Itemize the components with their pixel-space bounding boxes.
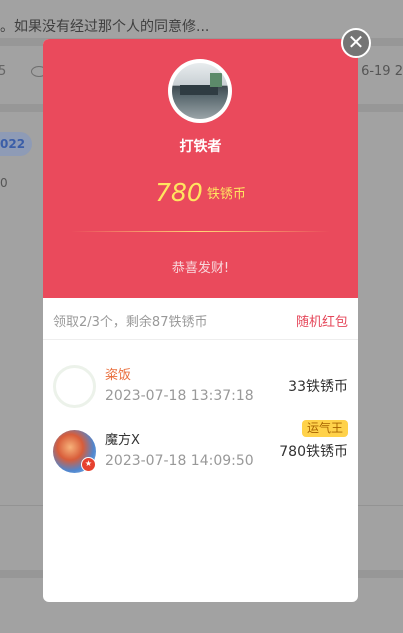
packet-type-label: 随机红包 bbox=[295, 315, 348, 330]
sender-avatar bbox=[168, 59, 232, 123]
receiver-amount: 33铁锈币 bbox=[288, 379, 348, 395]
received-amount: 780 铁锈币 bbox=[43, 178, 358, 207]
receiver-name: 魔方X bbox=[105, 433, 140, 448]
claim-summary-row: 领取2/3个，剩余87铁锈币 随机红包 bbox=[43, 298, 358, 340]
background-year-tag: 022 bbox=[0, 132, 32, 156]
received-amount-value: 780 bbox=[155, 178, 203, 207]
claim-summary: 领取2/3个，剩余87铁锈币 bbox=[53, 315, 208, 330]
header-divider bbox=[71, 231, 330, 232]
star-icon: ★ bbox=[81, 457, 96, 472]
receiver-row: ★ 魔方X 2023-07-18 14:09:50 运气王 780铁锈币 bbox=[43, 420, 358, 487]
red-packet-header: 打铁者 780 铁锈币 恭喜发财! bbox=[43, 39, 358, 298]
background-meta-left: 5 bbox=[0, 64, 7, 79]
sender-name: 打铁者 bbox=[179, 139, 222, 155]
receiver-avatar bbox=[53, 365, 96, 408]
sender-avatar-image bbox=[172, 63, 228, 119]
background-small-text: 0 bbox=[0, 176, 8, 190]
receiver-time: 2023-07-18 14:09:50 bbox=[105, 453, 254, 469]
receiver-time: 2023-07-18 13:37:18 bbox=[105, 388, 254, 404]
received-amount-unit: 铁锈币 bbox=[206, 187, 246, 202]
receiver-amount: 780铁锈币 bbox=[279, 444, 348, 460]
background-post-snippet: 。如果没有经过那个人的同意修... bbox=[0, 19, 210, 35]
receiver-name: 粢饭 bbox=[105, 368, 132, 383]
receiver-row: 粢饭 2023-07-18 13:37:18 33铁锈币 bbox=[43, 362, 358, 422]
close-icon[interactable]: ✕ bbox=[341, 28, 371, 58]
red-packet-modal: 打铁者 780 铁锈币 恭喜发财! 领取2/3个，剩余87铁锈币 随机红包 粢饭 … bbox=[43, 39, 358, 602]
greeting-text: 恭喜发财! bbox=[171, 261, 230, 276]
background-date: 6-19 2 bbox=[361, 64, 403, 79]
luck-king-badge: 运气王 bbox=[301, 420, 348, 437]
